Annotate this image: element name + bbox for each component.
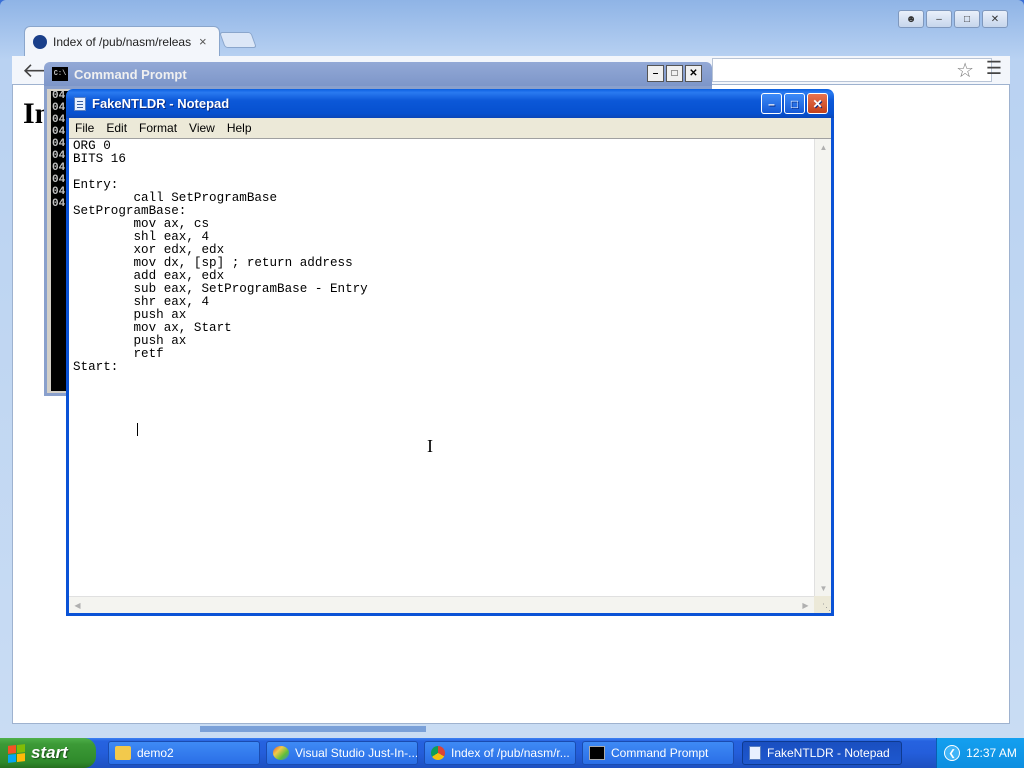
folder-icon bbox=[115, 746, 131, 760]
start-label: start bbox=[31, 743, 68, 762]
system-tray: ❮ 12:37 AM bbox=[936, 738, 1024, 768]
taskbar-item-demo2[interactable]: demo2 bbox=[108, 741, 260, 765]
notepad-vertical-scrollbar[interactable]: ▲ ▼ bbox=[814, 139, 831, 597]
taskbar-item-label: Visual Studio Just-In-... bbox=[295, 746, 418, 760]
taskbar-item-chrome[interactable]: Index of /pub/nasm/r... bbox=[424, 741, 576, 765]
cmd-close-button[interactable]: ✕ bbox=[685, 65, 702, 82]
taskbar-item-label: Index of /pub/nasm/r... bbox=[451, 746, 570, 760]
chrome-icon bbox=[431, 746, 445, 760]
start-button[interactable]: start bbox=[0, 738, 96, 768]
visual-studio-icon bbox=[273, 746, 289, 760]
browser-window-controls: ☻ – □ ✕ bbox=[898, 10, 1008, 28]
browser-minimize-button[interactable]: – bbox=[926, 10, 952, 28]
notepad-editor[interactable]: ORG 0 BITS 16 Entry: call SetProgramBase… bbox=[69, 138, 831, 613]
notepad-icon bbox=[749, 746, 761, 760]
notepad-icon bbox=[74, 96, 86, 111]
show-hidden-icons-chevron-icon[interactable]: ❮ bbox=[944, 745, 961, 761]
scroll-right-arrow-icon[interactable]: ▶ bbox=[798, 598, 813, 613]
browser-horizontal-scrollbar[interactable] bbox=[200, 726, 426, 732]
scroll-down-arrow-icon[interactable]: ▼ bbox=[816, 581, 831, 596]
resize-grip-icon[interactable]: ⋱ bbox=[814, 596, 831, 613]
cmd-maximize-button[interactable]: □ bbox=[666, 65, 683, 82]
notepad-window: FakeNTLDR - Notepad – □ ✕ File Edit Form… bbox=[66, 89, 834, 616]
ibeam-cursor-icon: I bbox=[427, 436, 433, 456]
cmd-minimize-button[interactable]: – bbox=[647, 65, 664, 82]
notepad-close-button[interactable]: ✕ bbox=[807, 93, 828, 114]
notepad-horizontal-scrollbar[interactable]: ◀ ▶ bbox=[69, 596, 814, 613]
cmd-icon: C:\ bbox=[52, 67, 68, 81]
nasm-favicon-icon bbox=[33, 34, 47, 49]
notepad-window-controls: – □ ✕ bbox=[761, 93, 828, 114]
star-icon[interactable]: ☆ bbox=[956, 58, 974, 83]
browser-tab[interactable]: Index of /pub/nasm/releasel × bbox=[24, 26, 220, 56]
browser-maximize-button[interactable]: □ bbox=[954, 10, 980, 28]
hamburger-menu-icon[interactable]: ☰ bbox=[986, 58, 1002, 79]
taskbar-item-label: Command Prompt bbox=[611, 746, 709, 760]
menu-help[interactable]: Help bbox=[221, 121, 258, 135]
clock[interactable]: 12:37 AM bbox=[966, 746, 1017, 760]
notepad-maximize-button[interactable]: □ bbox=[784, 93, 805, 114]
cmd-icon bbox=[589, 746, 605, 760]
browser-tab-title: Index of /pub/nasm/releasel bbox=[53, 34, 191, 49]
cmd-window-controls: – □ ✕ bbox=[647, 65, 702, 82]
new-tab-button[interactable] bbox=[219, 32, 257, 48]
taskbar-item-label: demo2 bbox=[137, 746, 174, 760]
taskbar-item-label: FakeNTLDR - Notepad bbox=[767, 746, 890, 760]
taskbar-item-command-prompt[interactable]: Command Prompt bbox=[582, 741, 734, 765]
scroll-left-arrow-icon[interactable]: ◀ bbox=[70, 598, 85, 613]
cmd-title: Command Prompt bbox=[74, 66, 187, 82]
notepad-text-content[interactable]: ORG 0 BITS 16 Entry: call SetProgramBase… bbox=[73, 140, 811, 596]
text-caret bbox=[137, 423, 138, 436]
windows-logo-icon bbox=[8, 743, 25, 763]
taskbar: start demo2 Visual Studio Just-In-... In… bbox=[0, 738, 1024, 768]
address-bar[interactable] bbox=[712, 58, 992, 82]
notepad-title: FakeNTLDR - Notepad bbox=[92, 96, 230, 111]
browser-close-button[interactable]: ✕ bbox=[982, 10, 1008, 28]
notepad-frame: File Edit Format View Help ORG 0 BITS 16… bbox=[66, 118, 834, 616]
notepad-titlebar[interactable]: FakeNTLDR - Notepad – □ ✕ bbox=[66, 89, 834, 118]
notepad-minimize-button[interactable]: – bbox=[761, 93, 782, 114]
menu-edit[interactable]: Edit bbox=[100, 121, 133, 135]
taskbar-item-notepad[interactable]: FakeNTLDR - Notepad bbox=[742, 741, 902, 765]
notepad-menubar: File Edit Format View Help bbox=[69, 118, 831, 138]
menu-view[interactable]: View bbox=[183, 121, 221, 135]
cmd-titlebar[interactable]: C:\ Command Prompt – □ ✕ bbox=[44, 62, 712, 86]
scroll-up-arrow-icon[interactable]: ▲ bbox=[816, 140, 831, 155]
user-profile-button[interactable]: ☻ bbox=[898, 10, 924, 28]
menu-file[interactable]: File bbox=[69, 121, 100, 135]
taskbar-item-visual-studio[interactable]: Visual Studio Just-In-... bbox=[266, 741, 418, 765]
tab-close-icon[interactable]: × bbox=[199, 34, 207, 49]
menu-format[interactable]: Format bbox=[133, 121, 183, 135]
